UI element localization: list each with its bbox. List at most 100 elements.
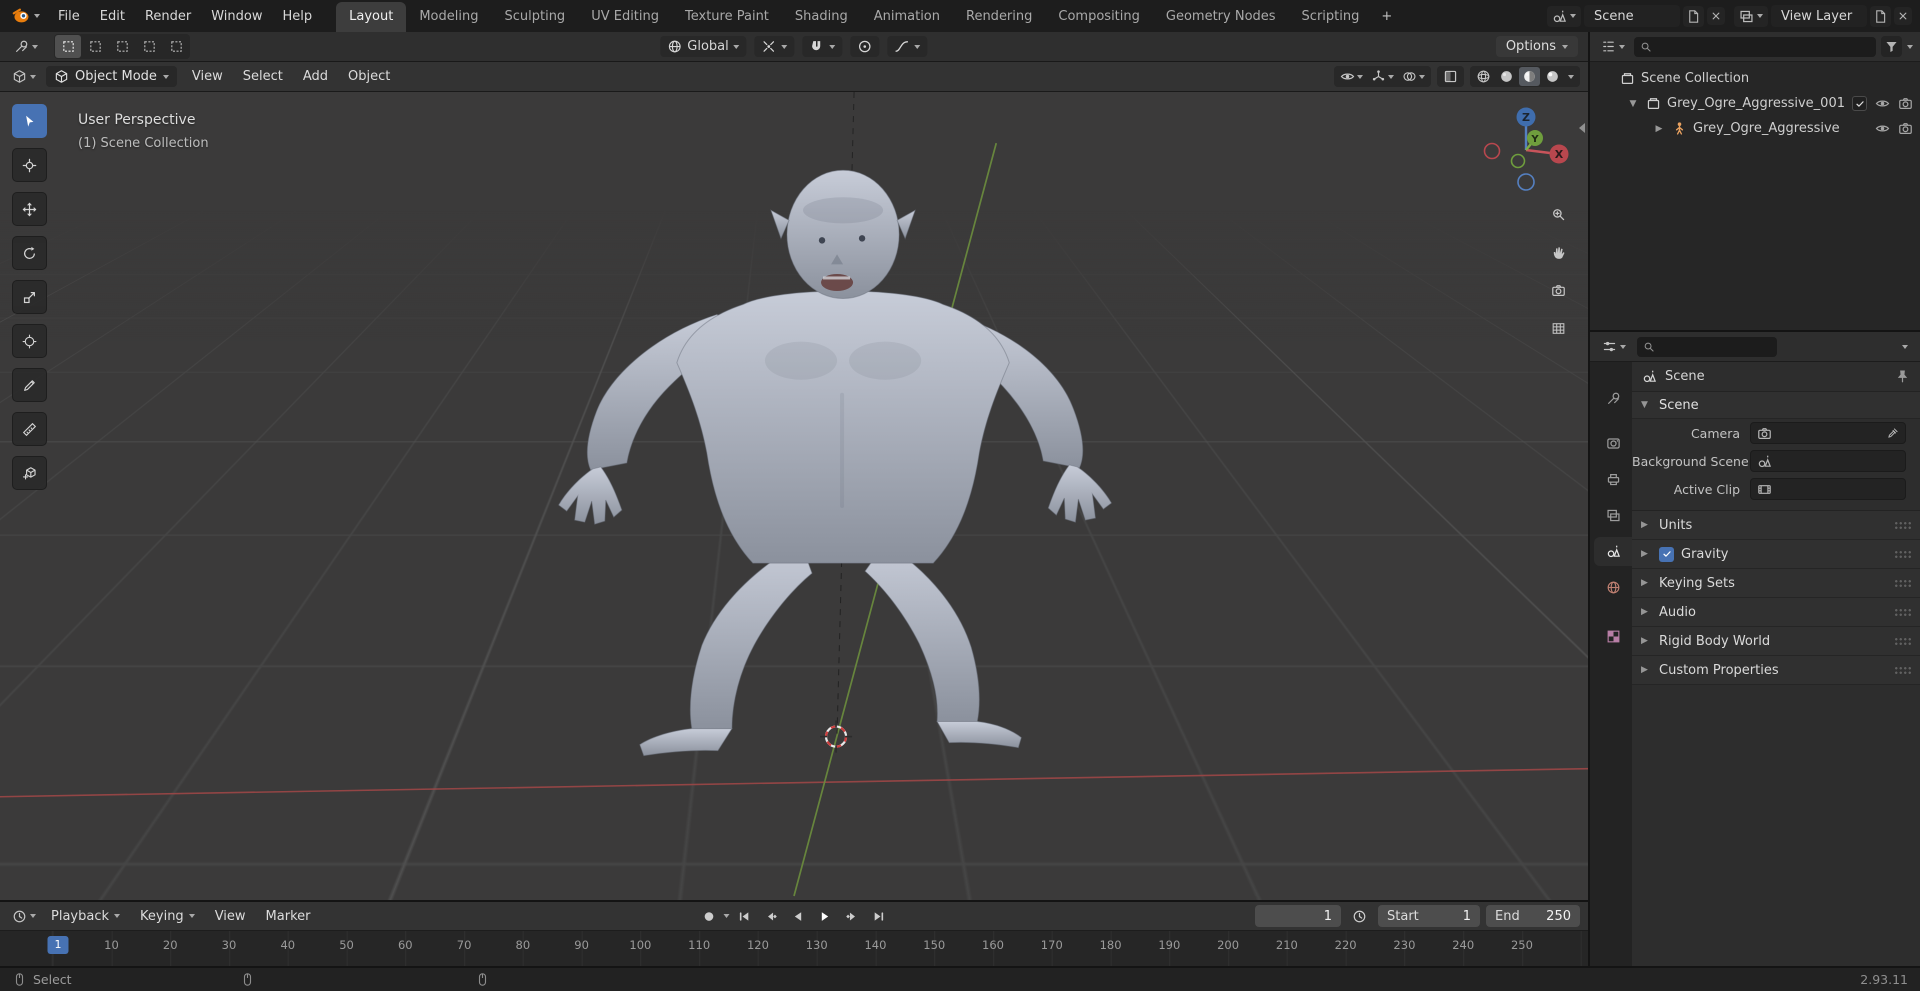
workspace-tab[interactable]: Texture Paint: [672, 2, 782, 32]
region-collapse-arrow[interactable]: [1579, 122, 1585, 137]
record-options-chevron[interactable]: [723, 914, 730, 918]
properties-tab[interactable]: [1594, 573, 1632, 602]
gizmo-minus-x-axis[interactable]: [1483, 142, 1501, 160]
select-mode-subtract-button[interactable]: [109, 35, 135, 58]
add-workspace-button[interactable]: +: [1372, 2, 1401, 32]
xray-toggle[interactable]: [1440, 67, 1461, 86]
gizmo-minus-y-axis[interactable]: [1510, 153, 1526, 169]
scene-name-field[interactable]: Scene: [1584, 5, 1680, 27]
viewport-toggle-button[interactable]: [1368, 67, 1397, 86]
timeline-ruler[interactable]: 10 20 30 40 50 60 70 80 90 100 110 120 1…: [0, 930, 1588, 966]
viewport-menu-item[interactable]: Add: [294, 66, 337, 87]
timeline-editor-type-button[interactable]: [8, 907, 40, 926]
shading-mode-button[interactable]: [1473, 67, 1494, 86]
transport-button[interactable]: [759, 906, 784, 927]
options-dropdown[interactable]: Options: [1495, 36, 1578, 57]
proportional-editing-toggle[interactable]: [850, 36, 880, 57]
new-view-layer-button[interactable]: [1870, 5, 1891, 27]
property-panel-header[interactable]: ▶ Units: [1632, 511, 1920, 540]
proportional-falloff-dropdown[interactable]: [887, 36, 928, 57]
property-panel-header[interactable]: ▶ Gravity: [1632, 540, 1920, 569]
delete-view-layer-button[interactable]: [1894, 7, 1912, 25]
viewport-menu-item[interactable]: Object: [339, 66, 399, 87]
start-frame-field[interactable]: Start 1: [1378, 905, 1480, 927]
timeline-menu-item[interactable]: Playback: [42, 906, 129, 927]
tool-button[interactable]: [12, 192, 47, 226]
workspace-tab[interactable]: Shading: [782, 2, 861, 32]
camera-toggle[interactable]: [1898, 96, 1913, 111]
eye-toggle[interactable]: [1875, 121, 1890, 136]
topbar-menu-item[interactable]: Help: [273, 0, 323, 32]
eyedropper-icon[interactable]: [1887, 427, 1899, 439]
shading-options-dropdown[interactable]: [1565, 73, 1577, 81]
transport-button[interactable]: [786, 906, 811, 927]
topbar-menu-item[interactable]: Render: [135, 0, 201, 32]
delete-scene-button[interactable]: [1707, 7, 1725, 25]
transport-button[interactable]: [732, 906, 757, 927]
exclude-checkbox[interactable]: [1852, 96, 1867, 111]
gizmo-minus-z-axis[interactable]: [1517, 173, 1535, 191]
panel-drag-grip[interactable]: [1894, 549, 1911, 559]
timeline-menu-item[interactable]: Keying: [131, 906, 204, 927]
record-button[interactable]: [697, 906, 722, 927]
blender-menu-button[interactable]: [4, 0, 48, 32]
current-frame-field[interactable]: 1: [1255, 905, 1341, 927]
properties-tab[interactable]: [1594, 501, 1632, 530]
outliner-row[interactable]: Scene Collection: [1590, 66, 1920, 91]
panel-drag-grip[interactable]: [1894, 520, 1911, 530]
topbar-menu-item[interactable]: File: [48, 0, 90, 32]
view-layer-name-field[interactable]: View Layer: [1771, 5, 1867, 27]
pivot-point-dropdown[interactable]: [754, 36, 795, 57]
camera-toggle[interactable]: [1898, 121, 1913, 136]
shading-mode-button[interactable]: [1542, 67, 1563, 86]
workspace-tab[interactable]: Modeling: [406, 2, 491, 32]
workspace-tab[interactable]: UV Editing: [578, 2, 672, 32]
disclosure-caret[interactable]: ▼: [1624, 99, 1642, 109]
properties-tab[interactable]: [1594, 384, 1632, 413]
workspace-tab[interactable]: Geometry Nodes: [1153, 2, 1289, 32]
select-mode-intersect-button[interactable]: [163, 35, 189, 58]
tool-button[interactable]: [12, 104, 47, 138]
viewport-toggle-button[interactable]: [1399, 67, 1428, 86]
transport-button[interactable]: [867, 906, 892, 927]
navigation-gizmo[interactable]: Z X Y: [1478, 100, 1574, 196]
properties-editor-type-button[interactable]: [1598, 337, 1630, 356]
workspace-tab[interactable]: Rendering: [953, 2, 1045, 32]
panel-drag-grip[interactable]: [1894, 607, 1911, 617]
topbar-menu-item[interactable]: Edit: [90, 0, 135, 32]
property-field[interactable]: [1750, 450, 1906, 472]
end-frame-field[interactable]: End 250: [1486, 905, 1580, 927]
properties-tab[interactable]: [1594, 429, 1632, 458]
shading-mode-button[interactable]: [1519, 67, 1540, 86]
panel-drag-grip[interactable]: [1894, 665, 1911, 675]
transport-button[interactable]: [840, 906, 865, 927]
timeline-menu-item[interactable]: Marker: [257, 906, 320, 927]
tool-button[interactable]: [12, 236, 47, 270]
panel-drag-grip[interactable]: [1894, 578, 1911, 588]
tool-button[interactable]: [12, 456, 47, 490]
pin-icon[interactable]: [1895, 369, 1910, 384]
select-mode-set-button[interactable]: [55, 35, 81, 58]
workspace-tab[interactable]: Compositing: [1045, 2, 1153, 32]
transform-orientation-dropdown[interactable]: Global: [660, 36, 747, 57]
viewport-menu-item[interactable]: View: [183, 66, 232, 87]
viewport-menu-item[interactable]: Select: [234, 66, 292, 87]
workspace-tab[interactable]: Animation: [861, 2, 953, 32]
preview-range-button[interactable]: [1347, 906, 1372, 927]
property-panel-header[interactable]: ▶ Custom Properties: [1632, 656, 1920, 685]
properties-search[interactable]: [1637, 336, 1777, 357]
outliner-filter-button[interactable]: [1881, 36, 1902, 57]
scene-panel-header[interactable]: ▼ Scene: [1632, 392, 1920, 419]
tool-button[interactable]: [12, 368, 47, 402]
select-mode-extend-button[interactable]: [82, 35, 108, 58]
outliner-search-input[interactable]: [1657, 39, 1870, 54]
viewport-nav-button[interactable]: [1546, 278, 1570, 302]
property-panel-header[interactable]: ▶ Keying Sets: [1632, 569, 1920, 598]
viewport-3d[interactable]: User Perspective (1) Scene Collection Z …: [0, 92, 1588, 900]
editor-type-button[interactable]: [8, 67, 40, 86]
eye-toggle[interactable]: [1875, 96, 1890, 111]
tool-button[interactable]: [12, 324, 47, 358]
property-field[interactable]: [1750, 478, 1906, 500]
properties-tab[interactable]: [1594, 537, 1632, 566]
properties-tab[interactable]: [1594, 465, 1632, 494]
